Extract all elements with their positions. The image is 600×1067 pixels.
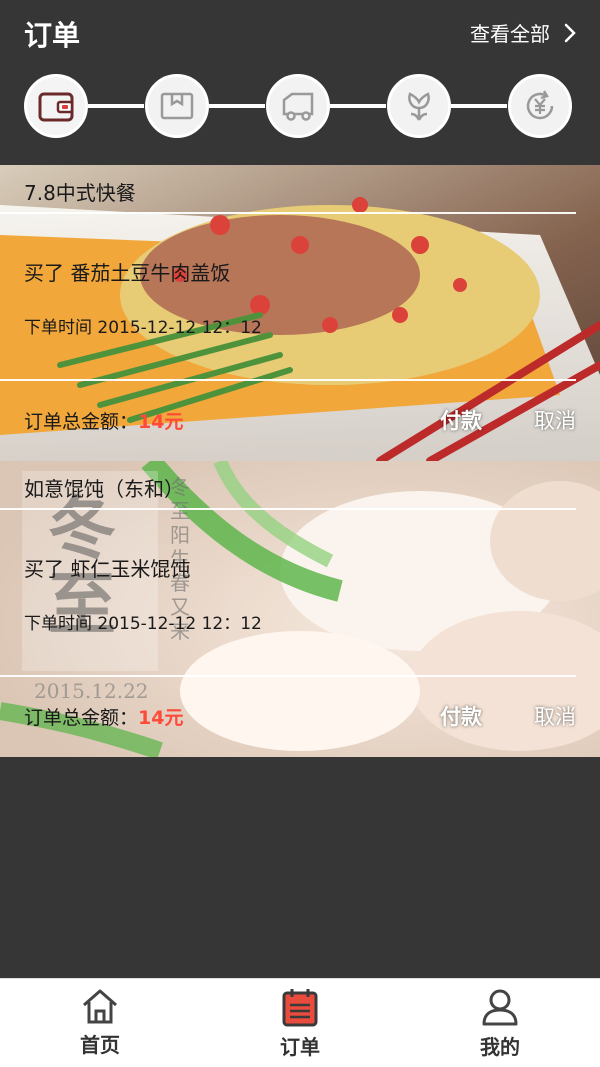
order-total-amount: 14元 xyxy=(138,707,184,729)
header: 订单 查看全部 xyxy=(0,0,600,165)
step-connector xyxy=(330,104,386,108)
chevron-right-icon xyxy=(564,23,576,42)
tab-orders[interactable]: 订单 xyxy=(240,987,360,1063)
refund-yen-icon xyxy=(526,90,554,120)
tab-mine-label: 我的 xyxy=(480,1035,520,1059)
divider xyxy=(0,675,576,677)
view-all-link[interactable]: 查看全部 xyxy=(470,18,576,47)
cancel-button[interactable]: 取消 xyxy=(534,405,576,435)
tab-home-label: 首页 xyxy=(80,1033,120,1057)
cancel-button[interactable]: 取消 xyxy=(534,701,576,731)
tab-home[interactable]: 首页 xyxy=(40,987,160,1063)
step-pending-payment[interactable] xyxy=(24,74,88,138)
tab-orders-label: 订单 xyxy=(280,1035,320,1059)
delivery-truck-icon xyxy=(282,92,314,121)
order-total: 订单总金额：14元 xyxy=(24,703,183,730)
view-all-label: 查看全部 xyxy=(470,22,550,46)
pay-button[interactable]: 付款 xyxy=(440,701,482,731)
order-time: 下单时间 2015-12-12 12：12 xyxy=(24,318,262,338)
order-total: 订单总金额：14元 xyxy=(24,407,183,434)
order-card[interactable]: 7.8中式快餐 买了 番茄土豆牛肉盖饭 下单时间 2015-12-12 12：1… xyxy=(0,165,600,461)
step-refund[interactable] xyxy=(508,74,572,138)
pay-button[interactable]: 付款 xyxy=(440,405,482,435)
tab-mine[interactable]: 我的 xyxy=(440,987,560,1063)
order-total-label: 订单总金额： xyxy=(24,707,139,729)
order-item: 买了 虾仁玉米馄饨 xyxy=(24,557,191,581)
divider xyxy=(0,379,576,381)
order-status-steps xyxy=(24,74,576,138)
order-card[interactable]: 冬至 冬至阳生春又来 2015.12.22 如意馄饨（东和） 买了 虾仁玉米馄饨… xyxy=(0,461,600,757)
order-total-amount: 14元 xyxy=(138,411,184,433)
order-total-label: 订单总金额： xyxy=(24,411,139,433)
flower-icon xyxy=(408,92,430,121)
divider xyxy=(0,212,576,214)
shop-name[interactable]: 如意馄饨（东和） xyxy=(24,473,184,502)
divider xyxy=(0,508,576,510)
shop-name[interactable]: 7.8中式快餐 xyxy=(24,177,136,206)
order-item: 买了 番茄土豆牛肉盖饭 xyxy=(24,261,231,285)
bottom-tab-bar: 首页 订单 我的 xyxy=(0,978,600,1067)
step-to-review[interactable] xyxy=(387,74,451,138)
page-title: 订单 xyxy=(24,19,81,52)
home-icon xyxy=(83,989,117,1024)
step-connector xyxy=(88,104,144,108)
step-connector xyxy=(451,104,507,108)
step-pending-shipment[interactable] xyxy=(145,74,209,138)
calendar-order-icon xyxy=(282,989,318,1027)
wallet-icon xyxy=(38,92,74,122)
order-time: 下单时间 2015-12-12 12：12 xyxy=(24,614,262,634)
step-connector xyxy=(209,104,265,108)
step-in-delivery[interactable] xyxy=(266,74,330,138)
user-icon xyxy=(482,989,518,1026)
package-icon xyxy=(160,92,194,120)
